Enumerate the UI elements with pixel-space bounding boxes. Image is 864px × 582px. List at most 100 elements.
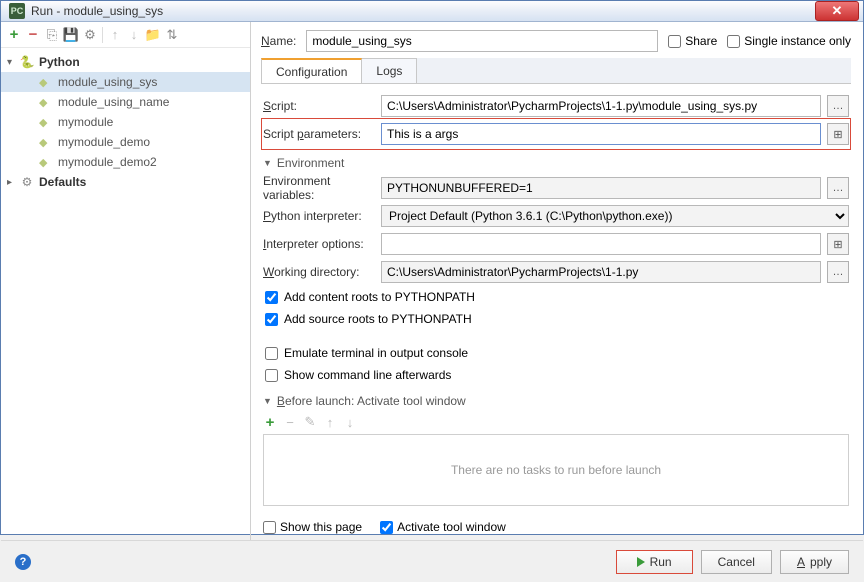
python-file-icon: ◆ xyxy=(39,76,53,88)
env-vars-row: Environment variables: … xyxy=(263,174,849,202)
activate-tool-window-label: Activate tool window xyxy=(397,520,506,534)
workdir-label: Working directory: xyxy=(263,265,375,279)
before-launch-header[interactable]: ▼ Before launch: Activate tool window xyxy=(263,394,849,408)
tree-item-label: mymodule xyxy=(58,115,113,129)
single-instance-label: Single instance only xyxy=(744,34,851,48)
chevron-right-icon: ▸ xyxy=(7,177,19,188)
activate-tool-window-wrap[interactable]: Activate tool window xyxy=(380,520,506,534)
script-label: Script: xyxy=(263,99,375,113)
tree-item-module-using-sys[interactable]: ◆ module_using_sys xyxy=(1,72,250,92)
show-cmd-after-checkbox[interactable] xyxy=(265,369,278,382)
chevron-down-icon: ▾ xyxy=(7,57,19,68)
help-icon[interactable]: ? xyxy=(15,554,31,570)
tab-logs[interactable]: Logs xyxy=(361,58,417,83)
browse-script-button[interactable]: … xyxy=(827,95,849,117)
workdir-row: Working directory: … xyxy=(263,258,849,286)
name-input[interactable] xyxy=(306,30,658,52)
tasks-list: There are no tasks to run before launch xyxy=(263,434,849,506)
sidebar: + − ⎘ 💾 ⚙ ↑ ↓ 📁 ⇅ ▾ 🐍 Python xyxy=(1,22,251,540)
emulate-terminal-label: Emulate terminal in output console xyxy=(284,346,468,360)
activate-tool-window-checkbox[interactable] xyxy=(380,521,393,534)
show-cmd-after-row[interactable]: Show command line afterwards xyxy=(263,364,849,386)
expand-params-button[interactable]: ⊞ xyxy=(827,123,849,145)
titlebar: PC Run - module_using_sys ✕ xyxy=(1,1,863,22)
script-params-input[interactable] xyxy=(381,123,821,145)
move-task-up-icon[interactable]: ↑ xyxy=(323,415,337,429)
environment-header[interactable]: ▼ Environment xyxy=(263,156,849,170)
interp-opts-label: Interpreter options: xyxy=(263,237,375,251)
right-pane: Name: Share Single instance only Configu… xyxy=(251,22,863,540)
settings-icon[interactable]: ⚙ xyxy=(83,28,97,42)
tree-item-mymodule[interactable]: ◆ mymodule xyxy=(1,112,250,132)
workdir-input[interactable] xyxy=(381,261,821,283)
remove-task-icon[interactable]: − xyxy=(283,415,297,429)
remove-config-icon[interactable]: − xyxy=(26,28,40,42)
add-content-roots-checkbox[interactable] xyxy=(265,291,278,304)
tree-item-label: mymodule_demo xyxy=(58,135,150,149)
form-area: Script: … Script parameters: ⊞ ▼ Environ… xyxy=(261,84,851,540)
spacer xyxy=(263,330,849,342)
tab-configuration[interactable]: Configuration xyxy=(261,58,362,83)
tree-item-label: module_using_name xyxy=(58,95,169,109)
environment-header-label: Environment xyxy=(277,156,344,170)
env-vars-input[interactable] xyxy=(381,177,821,199)
window-title: Run - module_using_sys xyxy=(31,4,815,18)
script-params-row: Script parameters: ⊞ xyxy=(263,120,849,148)
add-config-icon[interactable]: + xyxy=(7,28,21,42)
add-content-roots-row[interactable]: Add content roots to PYTHONPATH xyxy=(263,286,849,308)
tree-item-module-using-name[interactable]: ◆ module_using_name xyxy=(1,92,250,112)
tree-item-mymodule-demo[interactable]: ◆ mymodule_demo xyxy=(1,132,250,152)
single-instance-checkbox[interactable] xyxy=(727,35,740,48)
python-file-icon: ◆ xyxy=(39,156,53,168)
move-task-down-icon[interactable]: ↓ xyxy=(343,415,357,429)
tree-node-defaults[interactable]: ▸ ⚙ Defaults xyxy=(1,172,250,192)
cancel-button[interactable]: Cancel xyxy=(701,550,772,574)
add-task-icon[interactable]: + xyxy=(263,415,277,429)
python-file-icon: ◆ xyxy=(39,116,53,128)
add-source-roots-checkbox[interactable] xyxy=(265,313,278,326)
tree-item-mymodule-demo2[interactable]: ◆ mymodule_demo2 xyxy=(1,152,250,172)
copy-config-icon[interactable]: ⎘ xyxy=(45,28,59,42)
emulate-terminal-row[interactable]: Emulate terminal in output console xyxy=(263,342,849,364)
edit-env-vars-button[interactable]: … xyxy=(827,177,849,199)
save-config-icon[interactable]: 💾 xyxy=(64,28,78,42)
move-down-icon[interactable]: ↓ xyxy=(127,28,141,42)
share-checkbox[interactable] xyxy=(668,35,681,48)
show-cmd-after-label: Show command line afterwards xyxy=(284,368,451,382)
interpreter-select[interactable]: Project Default (Python 3.6.1 (C:\Python… xyxy=(381,205,849,227)
toolbar-sep xyxy=(102,27,103,43)
window-close-button[interactable]: ✕ xyxy=(815,1,859,21)
chevron-down-icon: ▼ xyxy=(263,158,272,168)
move-up-icon[interactable]: ↑ xyxy=(108,28,122,42)
emulate-terminal-checkbox[interactable] xyxy=(265,347,278,360)
interpreter-row: Python interpreter: Project Default (Pyt… xyxy=(263,202,849,230)
interp-opts-row: Interpreter options: ⊞ xyxy=(263,230,849,258)
browse-workdir-button[interactable]: … xyxy=(827,261,849,283)
before-launch-toolbar: + − ✎ ↑ ↓ xyxy=(263,412,849,432)
run-button-label: Run xyxy=(650,555,672,569)
sort-icon[interactable]: ⇅ xyxy=(165,28,179,42)
script-input[interactable] xyxy=(381,95,821,117)
folder-icon[interactable]: 📁 xyxy=(146,28,160,42)
script-params-label: Script parameters: xyxy=(263,127,375,141)
show-this-page-checkbox[interactable] xyxy=(263,521,276,534)
chevron-down-icon: ▼ xyxy=(263,396,272,406)
tasks-empty-text: There are no tasks to run before launch xyxy=(451,463,661,477)
single-instance-wrap[interactable]: Single instance only xyxy=(727,34,851,48)
show-this-page-label: Show this page xyxy=(280,520,362,534)
apply-button[interactable]: Apply xyxy=(780,550,849,574)
python-category-icon: 🐍 xyxy=(19,55,35,69)
name-label: Name: xyxy=(261,34,296,48)
play-icon xyxy=(637,557,645,567)
share-checkbox-wrap[interactable]: Share xyxy=(668,34,717,48)
tree-item-label: mymodule_demo2 xyxy=(58,155,157,169)
edit-task-icon[interactable]: ✎ xyxy=(303,415,317,429)
add-source-roots-row[interactable]: Add source roots to PYTHONPATH xyxy=(263,308,849,330)
add-content-roots-label: Add content roots to PYTHONPATH xyxy=(284,290,475,304)
expand-interp-opts-button[interactable]: ⊞ xyxy=(827,233,849,255)
tree-node-python[interactable]: ▾ 🐍 Python xyxy=(1,52,250,72)
run-button[interactable]: Run xyxy=(616,550,693,574)
interp-opts-input[interactable] xyxy=(381,233,821,255)
show-this-page-wrap[interactable]: Show this page xyxy=(263,520,362,534)
sidebar-toolbar: + − ⎘ 💾 ⚙ ↑ ↓ 📁 ⇅ xyxy=(1,22,250,48)
